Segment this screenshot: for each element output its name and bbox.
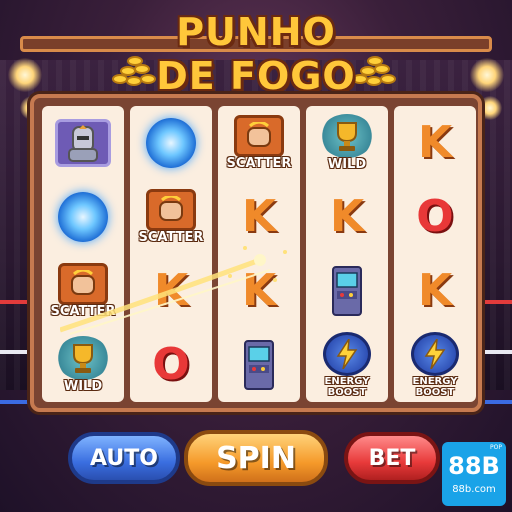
reel-cell: O xyxy=(130,328,212,402)
letter-symbol: O xyxy=(152,339,190,390)
symbol-label: ENERGY BOOST xyxy=(412,376,458,398)
vortex-icon xyxy=(146,118,196,168)
reel-frame: SCATTER WILD SCATTER K O SCATTER K K WIL… xyxy=(30,94,482,412)
reel-cell: K xyxy=(394,106,476,180)
letter-symbol: K xyxy=(329,191,365,242)
brand-url: 88b.com xyxy=(452,484,496,495)
reel-cell: ENERGY BOOST xyxy=(394,328,476,402)
reel-cell: K xyxy=(130,254,212,328)
reel-cell: K xyxy=(218,254,300,328)
reel-4: WILD K ENERGY BOOST xyxy=(306,106,388,402)
knight-icon xyxy=(55,119,111,167)
reel-2: SCATTER K O xyxy=(130,106,212,402)
brand-tag: POP xyxy=(490,444,502,451)
title-line: PUNHO xyxy=(176,10,336,54)
reel-cell xyxy=(218,328,300,402)
reel-cell: K xyxy=(394,254,476,328)
reel-cell xyxy=(306,254,388,328)
bet-button[interactable]: BET xyxy=(344,432,440,484)
spin-button[interactable]: SPIN xyxy=(184,430,328,486)
reel-5: K O K ENERGY BOOST xyxy=(394,106,476,402)
symbol-label: WILD xyxy=(63,379,103,394)
title-line: DE FOGO xyxy=(156,54,356,98)
reel-cell: O xyxy=(394,180,476,254)
reel-cell: WILD xyxy=(42,328,124,402)
bolt-icon xyxy=(411,332,459,376)
brand-logo: 88B xyxy=(448,452,500,480)
symbol-label: SCATTER xyxy=(138,230,204,245)
symbol-label: SCATTER xyxy=(50,304,116,319)
bolt-icon xyxy=(323,332,371,376)
trophy-icon xyxy=(56,336,110,380)
reel-cell: K xyxy=(218,180,300,254)
brand-badge: POP 88B 88b.com xyxy=(442,442,506,506)
reel-cell xyxy=(130,106,212,180)
arcade-icon xyxy=(332,266,362,316)
letter-symbol: K xyxy=(417,265,453,316)
auto-button[interactable]: AUTO xyxy=(68,432,180,484)
fist-icon xyxy=(146,189,196,231)
reel-1: SCATTER WILD xyxy=(42,106,124,402)
letter-symbol: K xyxy=(241,191,277,242)
fist-icon xyxy=(234,115,284,157)
symbol-label: ENERGY BOOST xyxy=(324,376,370,398)
reel-cell: SCATTER xyxy=(42,254,124,328)
reel-cell: ENERGY BOOST xyxy=(306,328,388,402)
reel-cell: SCATTER xyxy=(218,106,300,180)
reel-cell: K xyxy=(306,180,388,254)
fist-icon xyxy=(58,263,108,305)
reel-cell xyxy=(42,180,124,254)
letter-symbol: K xyxy=(153,265,189,316)
letter-symbol: O xyxy=(416,191,454,242)
reel-cell: SCATTER xyxy=(130,180,212,254)
vortex-icon xyxy=(58,192,108,242)
reel-cell xyxy=(42,106,124,180)
trophy-icon xyxy=(320,114,374,158)
arcade-icon xyxy=(244,340,274,390)
reel-3: SCATTER K K xyxy=(218,106,300,402)
symbol-label: WILD xyxy=(327,157,367,172)
letter-symbol: K xyxy=(241,265,277,316)
letter-symbol: K xyxy=(417,117,453,168)
symbol-label: SCATTER xyxy=(226,156,292,171)
game-title: PUNHO DE FOGO xyxy=(0,10,512,98)
reel-cell: WILD xyxy=(306,106,388,180)
